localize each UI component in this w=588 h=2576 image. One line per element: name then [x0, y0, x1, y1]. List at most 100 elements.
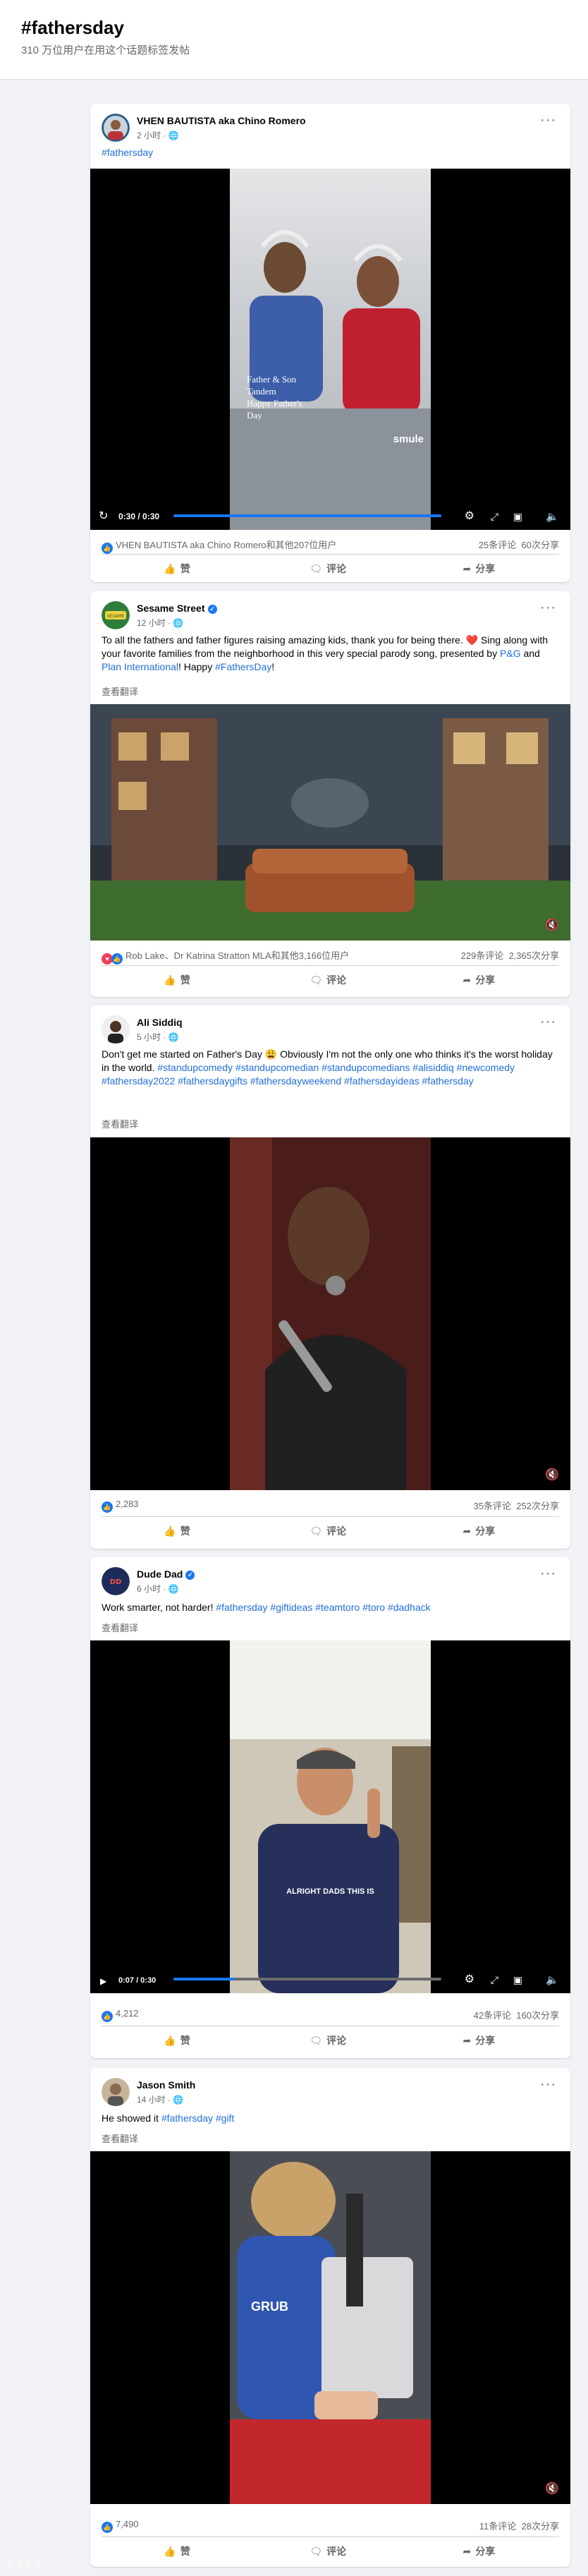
video-progress[interactable]	[173, 1978, 441, 1981]
smule-logo: smule	[393, 433, 424, 445]
comments-count[interactable]: 42条评论	[474, 2010, 511, 2021]
comments-count[interactable]: 35条评论	[474, 1501, 511, 1511]
video-time: 0:07 / 0:30	[118, 1976, 157, 1985]
globe-icon: 🌐	[173, 2095, 184, 2105]
more-options-icon[interactable]: ···	[540, 2076, 556, 2093]
settings-gear-icon[interactable]: ⚙	[465, 509, 474, 523]
picture-in-picture-icon[interactable]: ▣	[513, 511, 522, 523]
see-translation-link[interactable]: 查看翻译	[102, 1117, 138, 1130]
post-time[interactable]: 5 小时	[137, 1032, 161, 1042]
author-avatar[interactable]: SESAME	[102, 601, 130, 629]
comment-icon: 🗨	[310, 974, 323, 986]
hashtag-link[interactable]: #fathersday	[102, 147, 153, 158]
thumbs-up-icon: 👍	[164, 2546, 176, 2557]
like-reaction-icon: 👍	[102, 543, 113, 554]
volume-muted-icon[interactable]: 🔇	[545, 2481, 559, 2496]
shares-count[interactable]: 28次分享	[522, 2521, 559, 2532]
mention-link[interactable]: P&G	[500, 648, 521, 659]
share-button[interactable]: ➦ 分享	[403, 2544, 554, 2558]
see-translation-link[interactable]: 查看翻译	[102, 1621, 138, 1634]
post-video[interactable]: ALRIGHT DADS THIS IS ▶ 0:07 / 0:30 ⚙ ⤢ ▣…	[90, 1640, 570, 1993]
author-avatar[interactable]	[102, 2078, 130, 2106]
comment-button[interactable]: 🗨 评论	[252, 562, 403, 576]
more-options-icon[interactable]: ···	[540, 1566, 556, 1582]
volume-icon[interactable]: 🔈	[546, 510, 559, 523]
comment-button[interactable]: 🗨 评论	[252, 1524, 403, 1538]
more-options-icon[interactable]: ···	[540, 600, 556, 616]
feed-post: Jason Smith 14 小时 · 🌐 ··· He showed it #…	[90, 2068, 570, 2567]
globe-icon: 🌐	[168, 1584, 179, 1594]
comment-button[interactable]: 🗨 评论	[252, 2544, 403, 2558]
comments-count[interactable]: 11条评论	[479, 2521, 517, 2532]
author-name[interactable]: Dude Dad ✓	[137, 1568, 195, 1580]
author-name[interactable]: Ali Siddiq	[137, 1017, 183, 1028]
comments-count[interactable]: 25条评论	[479, 540, 516, 550]
like-button[interactable]: 👍 赞	[102, 562, 252, 576]
replay-icon[interactable]: ↻	[99, 509, 108, 523]
shares-count[interactable]: 160次分享	[516, 2010, 559, 2021]
see-translation-link[interactable]: 查看翻译	[102, 2131, 138, 2145]
watermark: 新浪新闻	[7, 2560, 42, 2570]
more-options-icon[interactable]: ···	[540, 1014, 556, 1030]
volume-muted-icon[interactable]: 🔇	[545, 1468, 559, 1482]
like-button[interactable]: 👍 赞	[102, 1524, 252, 1538]
share-icon: ➦	[463, 563, 472, 574]
video-frame: ALRIGHT DADS THIS IS	[230, 1640, 431, 1993]
hashtag-links[interactable]: #fathersday #giftideas #teamtoro #toro #…	[216, 1602, 430, 1613]
reactions-summary: Rob Lake、Dr Katrina Stratton MLA和其他3,166…	[125, 950, 350, 961]
author-name[interactable]: Jason Smith	[137, 2079, 195, 2091]
settings-gear-icon[interactable]: ⚙	[465, 1972, 474, 1986]
like-button[interactable]: 👍 赞	[102, 2544, 252, 2558]
hashtag-link[interactable]: #FathersDay	[215, 661, 271, 672]
author-avatar[interactable]: DD	[102, 1567, 130, 1595]
share-button[interactable]: ➦ 分享	[403, 973, 554, 987]
post-time[interactable]: 12 小时	[137, 618, 166, 628]
post-video[interactable]: GRUB 🔇	[90, 2151, 570, 2504]
hashtag-links[interactable]: #standupcomedy #standupcomedian #standup…	[102, 1062, 515, 1087]
mention-link[interactable]: Plan International	[102, 661, 178, 672]
hashtag-links[interactable]: #fathersday #gift	[161, 2112, 235, 2124]
volume-muted-icon[interactable]: 🔇	[545, 918, 559, 932]
post-video[interactable]: Father & Son Tandem Happy Father's Day s…	[90, 169, 570, 530]
shares-count[interactable]: 2,365次分享	[508, 950, 559, 961]
post-text: Don't get me started on Father's Day 😩 O…	[102, 1048, 553, 1087]
more-options-icon[interactable]: ···	[540, 112, 556, 128]
post-text: He showed it #fathersday #gift	[102, 2112, 235, 2124]
comment-button[interactable]: 🗨 评论	[252, 973, 403, 987]
video-frame: GRUB	[230, 2151, 431, 2504]
share-button[interactable]: ➦ 分享	[403, 562, 554, 576]
post-time[interactable]: 2 小时	[137, 131, 161, 140]
see-translation-link[interactable]: 查看翻译	[102, 684, 138, 698]
comments-count[interactable]: 229条评论	[461, 950, 504, 961]
fullscreen-icon[interactable]: ⤢	[491, 511, 498, 523]
fullscreen-icon[interactable]: ⤢	[491, 1974, 498, 1986]
post-video[interactable]: 🔇	[90, 1137, 570, 1490]
comment-button[interactable]: 🗨 评论	[252, 2033, 403, 2048]
globe-icon: 🌐	[168, 131, 179, 140]
thumbs-up-icon: 👍	[164, 563, 176, 574]
author-name[interactable]: Sesame Street ✓	[137, 603, 217, 614]
post-stats: 👍 4,212 42条评论 160次分享	[102, 2006, 559, 2022]
volume-icon[interactable]: 🔈	[546, 1973, 559, 1986]
like-reaction-icon: 👍	[102, 2011, 113, 2022]
author-avatar[interactable]	[102, 114, 130, 142]
author-avatar[interactable]	[102, 1015, 130, 1044]
post-time[interactable]: 14 小时	[137, 2095, 166, 2105]
post-video[interactable]: 🔇	[90, 704, 570, 941]
globe-icon: 🌐	[168, 1032, 179, 1042]
feed-post: DD Dude Dad ✓ 6 小时 · 🌐 ··· Work smarter, …	[90, 1557, 570, 2058]
play-icon[interactable]: ▶	[100, 1976, 106, 1986]
shares-count[interactable]: 252次分享	[516, 1501, 559, 1511]
video-frame	[230, 1137, 431, 1490]
post-stats: 👍 2,283 35条评论 252次分享	[102, 1496, 559, 1513]
video-progress[interactable]	[173, 514, 441, 517]
post-time[interactable]: 6 小时	[137, 1584, 161, 1594]
reactions-count: 2,283	[116, 1499, 139, 1509]
shares-count[interactable]: 60次分享	[522, 540, 559, 550]
like-button[interactable]: 👍 赞	[102, 2033, 252, 2048]
author-name[interactable]: VHEN BAUTISTA aka Chino Romero	[137, 115, 306, 126]
share-button[interactable]: ➦ 分享	[403, 1524, 554, 1538]
share-button[interactable]: ➦ 分享	[403, 2033, 554, 2048]
like-button[interactable]: 👍 赞	[102, 973, 252, 987]
picture-in-picture-icon[interactable]: ▣	[513, 1974, 522, 1986]
